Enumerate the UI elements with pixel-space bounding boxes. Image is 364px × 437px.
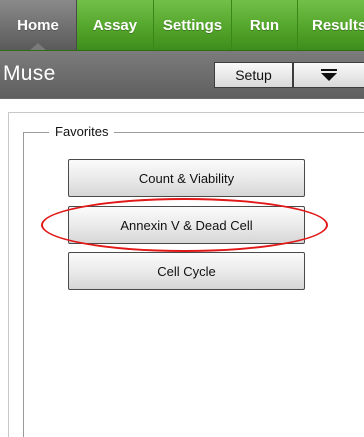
- setup-button-label: Setup: [235, 67, 272, 83]
- menu-dropdown-button[interactable]: [293, 62, 364, 88]
- tab-home-label: Home: [17, 16, 59, 34]
- tab-assay[interactable]: Assay: [77, 0, 154, 50]
- favorites-legend: Favorites: [49, 124, 115, 139]
- tab-results-label: Results: [312, 16, 364, 34]
- tab-run[interactable]: Run: [232, 0, 298, 50]
- header-divider: [0, 98, 364, 99]
- tab-settings-label: Settings: [162, 16, 223, 34]
- main-tab-bar: Home Assay Settings Run Results: [0, 0, 364, 51]
- count-viability-label: Count & Viability: [138, 170, 235, 186]
- cell-cycle-label: Cell Cycle: [157, 263, 216, 279]
- menu-icon-arrow: [321, 73, 337, 81]
- tab-run-label: Run: [249, 16, 280, 34]
- menu-down-icon: [321, 69, 337, 81]
- app-title: Muse: [3, 62, 56, 85]
- annexin-v-dead-cell-label: Annexin V & Dead Cell: [120, 217, 253, 233]
- active-tab-indicator: [29, 43, 47, 50]
- tab-settings[interactable]: Settings: [154, 0, 232, 50]
- setup-button[interactable]: Setup: [214, 62, 293, 88]
- title-bar: Muse Setup: [0, 51, 364, 98]
- annexin-v-dead-cell-button[interactable]: Annexin V & Dead Cell: [68, 206, 305, 244]
- count-viability-button[interactable]: Count & Viability: [68, 159, 305, 197]
- tab-assay-label: Assay: [92, 16, 138, 34]
- menu-icon-bar: [321, 69, 337, 71]
- cell-cycle-button[interactable]: Cell Cycle: [68, 252, 305, 290]
- tab-results[interactable]: Results: [298, 0, 364, 50]
- tab-home[interactable]: Home: [0, 0, 77, 50]
